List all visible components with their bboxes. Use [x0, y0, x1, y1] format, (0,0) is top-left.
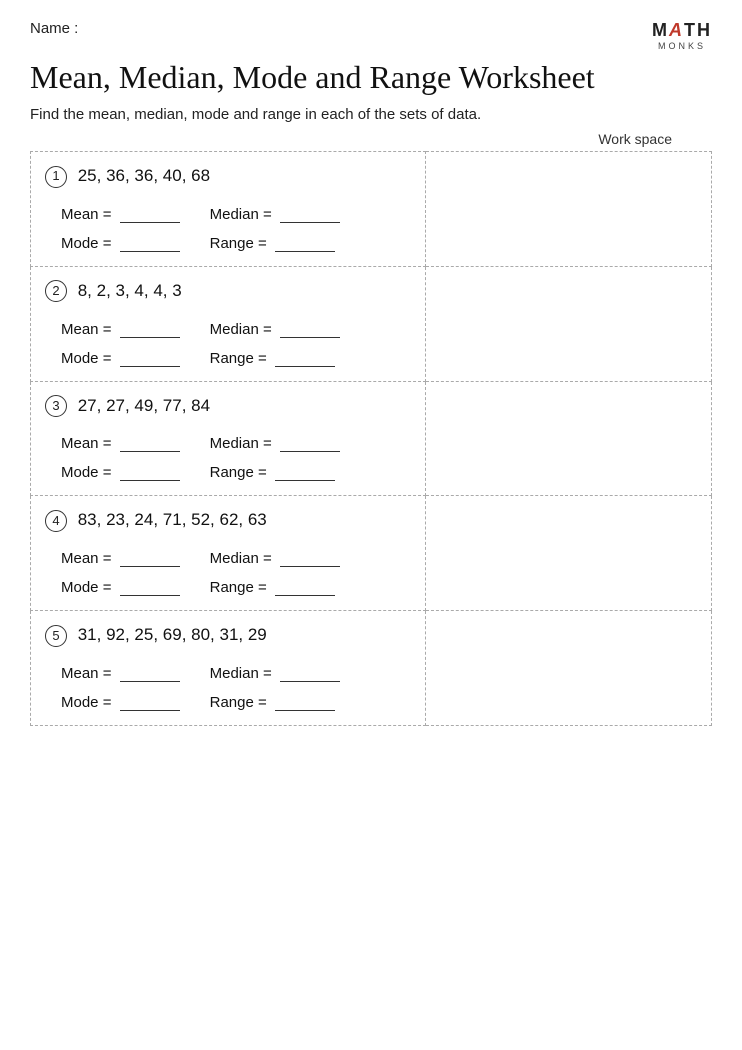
- median-line-4[interactable]: [280, 565, 340, 567]
- range-label-4: Range =: [210, 579, 335, 596]
- answer-row-mean-median-4: Mean = Median =: [61, 550, 411, 567]
- answers-grid-2: Mean = Median = Mode = Range =: [45, 321, 411, 367]
- problem-data-1: 1 25, 36, 36, 40, 68: [45, 164, 411, 188]
- range-label-5: Range =: [210, 694, 335, 711]
- mode-label-5: Mode =: [61, 694, 180, 711]
- median-label-4: Median =: [210, 550, 340, 567]
- median-label-2: Median =: [210, 321, 340, 338]
- problem-data-3: 3 27, 27, 49, 77, 84: [45, 394, 411, 418]
- instructions: Find the mean, median, mode and range in…: [30, 106, 712, 123]
- workspace-cell-5[interactable]: [425, 611, 711, 726]
- answer-row-mode-range-4: Mode = Range =: [61, 579, 411, 596]
- workspace-label: Work space: [598, 131, 672, 147]
- page-title: Mean, Median, Mode and Range Worksheet: [30, 59, 712, 96]
- workspace-cell-3[interactable]: [425, 381, 711, 496]
- answers-grid-1: Mean = Median = Mode = Range =: [45, 206, 411, 252]
- mode-line-5[interactable]: [120, 709, 180, 711]
- mean-label-3: Mean =: [61, 435, 180, 452]
- mean-line-2[interactable]: [120, 336, 180, 338]
- answers-grid-5: Mean = Median = Mode = Range =: [45, 665, 411, 711]
- median-line-1[interactable]: [280, 221, 340, 223]
- problems-table: 1 25, 36, 36, 40, 68 Mean = Median = Mode…: [30, 151, 712, 726]
- answer-row-mean-median-1: Mean = Median =: [61, 206, 411, 223]
- problem-cell-4: 4 83, 23, 24, 71, 52, 62, 63 Mean = Media…: [31, 496, 426, 611]
- problem-data-4: 4 83, 23, 24, 71, 52, 62, 63: [45, 508, 411, 532]
- mean-label-2: Mean =: [61, 321, 180, 338]
- answer-row-mean-median-3: Mean = Median =: [61, 435, 411, 452]
- median-line-3[interactable]: [280, 450, 340, 452]
- mode-line-3[interactable]: [120, 479, 180, 481]
- workspace-label-row: Work space: [30, 131, 712, 147]
- problem-data-5: 5 31, 92, 25, 69, 80, 31, 29: [45, 623, 411, 647]
- mean-label-1: Mean =: [61, 206, 180, 223]
- mode-label-3: Mode =: [61, 464, 180, 481]
- answer-row-mode-range-1: Mode = Range =: [61, 235, 411, 252]
- median-label-3: Median =: [210, 435, 340, 452]
- answer-row-mean-median-2: Mean = Median =: [61, 321, 411, 338]
- workspace-cell-4[interactable]: [425, 496, 711, 611]
- range-label-1: Range =: [210, 235, 335, 252]
- range-line-1[interactable]: [275, 250, 335, 252]
- problem-data-2: 2 8, 2, 3, 4, 4, 3: [45, 279, 411, 303]
- mode-label-2: Mode =: [61, 350, 180, 367]
- answer-row-mode-range-3: Mode = Range =: [61, 464, 411, 481]
- workspace-cell-2[interactable]: [425, 266, 711, 381]
- answers-grid-4: Mean = Median = Mode = Range =: [45, 550, 411, 596]
- problem-cell-1: 1 25, 36, 36, 40, 68 Mean = Median = Mode…: [31, 152, 426, 267]
- range-line-4[interactable]: [275, 594, 335, 596]
- answer-row-mode-range-2: Mode = Range =: [61, 350, 411, 367]
- problem-cell-5: 5 31, 92, 25, 69, 80, 31, 29 Mean = Media…: [31, 611, 426, 726]
- median-line-2[interactable]: [280, 336, 340, 338]
- problem-number-3: 3: [45, 395, 67, 417]
- problem-number-5: 5: [45, 625, 67, 647]
- answers-grid-3: Mean = Median = Mode = Range =: [45, 435, 411, 481]
- range-line-2[interactable]: [275, 365, 335, 367]
- mode-line-4[interactable]: [120, 594, 180, 596]
- name-label: Name :: [30, 20, 78, 37]
- problem-number-4: 4: [45, 510, 67, 532]
- problem-number-2: 2: [45, 280, 67, 302]
- header: Name : MATH MONKS: [30, 20, 712, 51]
- range-label-3: Range =: [210, 464, 335, 481]
- mean-label-5: Mean =: [61, 665, 180, 682]
- logo-a: A: [669, 20, 684, 40]
- logo-math-text: MATH: [652, 20, 712, 41]
- median-label-1: Median =: [210, 206, 340, 223]
- mode-label-4: Mode =: [61, 579, 180, 596]
- mean-label-4: Mean =: [61, 550, 180, 567]
- problem-number-1: 1: [45, 166, 67, 188]
- logo-monks-text: MONKS: [658, 41, 706, 51]
- mean-line-3[interactable]: [120, 450, 180, 452]
- mean-line-1[interactable]: [120, 221, 180, 223]
- mode-line-1[interactable]: [120, 250, 180, 252]
- logo: MATH MONKS: [652, 20, 712, 51]
- answer-row-mode-range-5: Mode = Range =: [61, 694, 411, 711]
- median-line-5[interactable]: [280, 680, 340, 682]
- mode-label-1: Mode =: [61, 235, 180, 252]
- mean-line-4[interactable]: [120, 565, 180, 567]
- problem-cell-2: 2 8, 2, 3, 4, 4, 3 Mean = Median = Mode =…: [31, 266, 426, 381]
- mode-line-2[interactable]: [120, 365, 180, 367]
- mean-line-5[interactable]: [120, 680, 180, 682]
- range-label-2: Range =: [210, 350, 335, 367]
- range-line-3[interactable]: [275, 479, 335, 481]
- range-line-5[interactable]: [275, 709, 335, 711]
- answer-row-mean-median-5: Mean = Median =: [61, 665, 411, 682]
- problem-cell-3: 3 27, 27, 49, 77, 84 Mean = Median = Mode…: [31, 381, 426, 496]
- median-label-5: Median =: [210, 665, 340, 682]
- workspace-cell-1[interactable]: [425, 152, 711, 267]
